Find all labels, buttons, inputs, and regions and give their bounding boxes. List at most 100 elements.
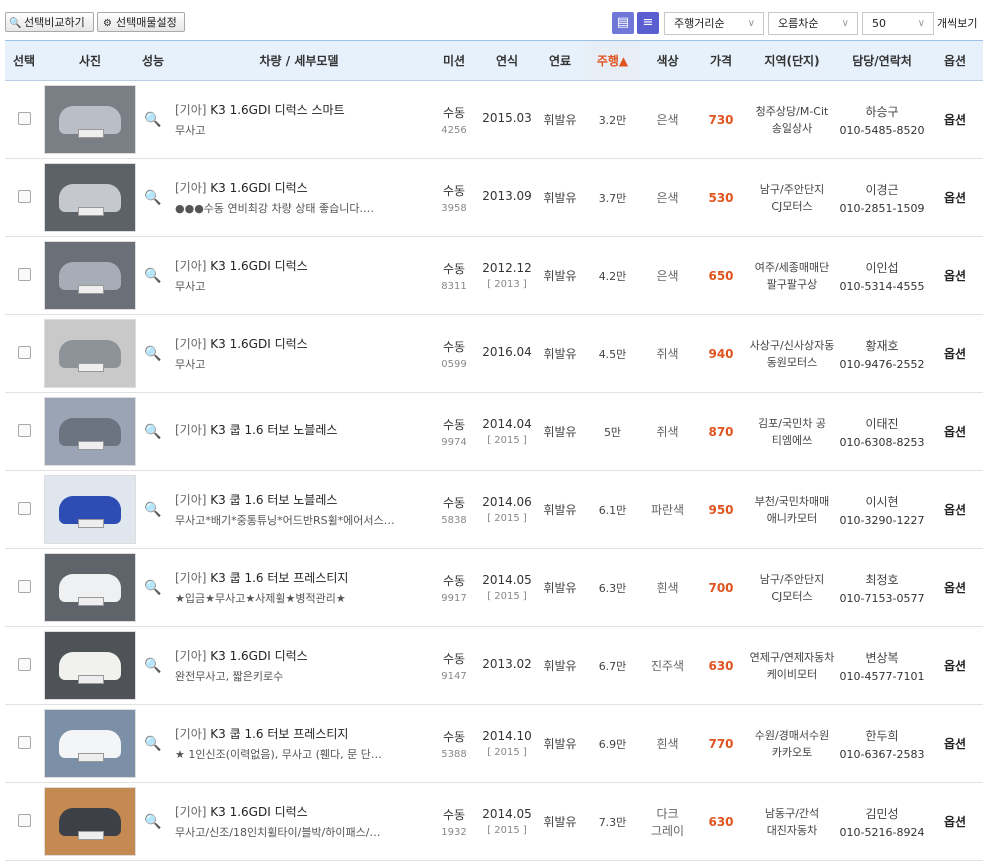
magnifier-icon[interactable]: 🔍 [144, 424, 161, 440]
car-photo[interactable] [44, 241, 136, 310]
car-photo[interactable] [44, 553, 136, 622]
mileage-cell: 5만 [585, 392, 640, 471]
header-region: 지역(단지) [747, 40, 837, 81]
model-description: ★ 1인신조(이력없음), 무사고 (휀다, 문 단… [175, 748, 382, 761]
magnifier-icon[interactable]: 🔍 [144, 112, 161, 128]
options-cell: 옵션 [927, 548, 983, 627]
options-link[interactable]: 옵션 [944, 113, 966, 127]
color-cell: 은색 [640, 158, 695, 237]
row-checkbox[interactable] [17, 579, 31, 593]
car-photo[interactable] [44, 319, 136, 388]
performance-cell: 🔍 [137, 470, 169, 549]
row-checkbox[interactable] [17, 501, 31, 515]
options-link[interactable]: 옵션 [944, 269, 966, 283]
row-checkbox[interactable] [17, 735, 31, 749]
model-name[interactable]: [기아] K3 1.6GDI 디럭스 [175, 647, 429, 664]
options-link[interactable]: 옵션 [944, 737, 966, 751]
car-photo[interactable] [44, 709, 136, 778]
table-row[interactable]: 🔍 [기아] K3 쿱 1.6 터보 프레스티지 ★ 1인신조(이력없음), 무사고… [5, 704, 983, 783]
compare-button[interactable]: 🔍 선택비교하기 [5, 12, 94, 32]
performance-cell: 🔍 [137, 158, 169, 237]
year-cell: 2015.03 [479, 80, 535, 159]
transmission-cell: 수동 9917 [429, 548, 479, 627]
chevron-down-icon: ∨ [917, 18, 925, 29]
photo-cell [43, 236, 137, 315]
table-row[interactable]: 🔍 [기아] K3 1.6GDI 디럭스 무사고 수동 0599 2016.04 휘발유 4.… [5, 314, 983, 393]
car-photo[interactable] [44, 163, 136, 232]
table-row[interactable]: 🔍 [기아] K3 1.6GDI 디럭스 스마트 무사고 수동 4256 2015.03 휘… [5, 80, 983, 159]
model-name[interactable]: [기아] K3 쿱 1.6 터보 노블레스 [175, 491, 429, 508]
model-name[interactable]: [기아] K3 1.6GDI 디럭스 [175, 803, 429, 820]
contact-cell: 이시현 010-3290-1227 [837, 470, 927, 549]
year-cell: 2014.04[ 2015 ] [479, 392, 535, 471]
photo-view-button[interactable]: ▤ [612, 12, 634, 34]
model-name[interactable]: [기아] K3 쿱 1.6 터보 프레스티지 [175, 569, 429, 586]
magnifier-icon[interactable]: 🔍 [144, 268, 161, 284]
car-photo[interactable] [44, 631, 136, 700]
sort-field-select[interactable]: 주행거리순 ∨ [664, 12, 764, 35]
options-link[interactable]: 옵션 [944, 659, 966, 673]
performance-cell: 🔍 [137, 236, 169, 315]
model-cell: [기아] K3 1.6GDI 디럭스 스마트 무사고 [169, 80, 429, 159]
price-cell: 630 [695, 782, 747, 861]
options-link[interactable]: 옵션 [944, 425, 966, 439]
car-photo[interactable] [44, 85, 136, 154]
header-options: 옵션 [927, 40, 983, 81]
car-photo[interactable] [44, 787, 136, 856]
row-checkbox[interactable] [17, 345, 31, 359]
model-name[interactable]: [기아] K3 1.6GDI 디럭스 스마트 [175, 101, 429, 118]
sort-order-select[interactable]: 오름차순 ∨ [768, 12, 858, 35]
color-cell: 쥐색 [640, 392, 695, 471]
performance-cell: 🔍 [137, 548, 169, 627]
magnifier-icon[interactable]: 🔍 [144, 736, 161, 752]
table-row[interactable]: 🔍 [기아] K3 1.6GDI 디럭스 ●●●수동 연비최강 차량 상태 좋습니다… [5, 158, 983, 237]
fuel-cell: 휘발유 [535, 80, 585, 159]
magnifier-icon[interactable]: 🔍 [144, 814, 161, 830]
magnifier-icon[interactable]: 🔍 [144, 346, 161, 362]
options-link[interactable]: 옵션 [944, 191, 966, 205]
contact-cell: 황재호 010-9476-2552 [837, 314, 927, 393]
magnifier-icon[interactable]: 🔍 [144, 502, 161, 518]
options-link[interactable]: 옵션 [944, 503, 966, 517]
year-cell: 2014.05[ 2015 ] [479, 782, 535, 861]
model-name[interactable]: [기아] K3 1.6GDI 디럭스 [175, 179, 429, 196]
car-photo[interactable] [44, 475, 136, 544]
performance-cell: 🔍 [137, 80, 169, 159]
header-mileage[interactable]: 주행▲ [585, 40, 640, 81]
options-link[interactable]: 옵션 [944, 347, 966, 361]
contact-cell: 김민성 010-5216-8924 [837, 782, 927, 861]
row-checkbox[interactable] [17, 813, 31, 827]
car-photo[interactable] [44, 397, 136, 466]
price-cell: 730 [695, 80, 747, 159]
magnifier-icon[interactable]: 🔍 [144, 658, 161, 674]
options-cell: 옵션 [927, 236, 983, 315]
row-checkbox[interactable] [17, 657, 31, 671]
list-view-button[interactable]: ≡ [637, 12, 659, 34]
model-name[interactable]: [기아] K3 쿱 1.6 터보 노블레스 [175, 421, 429, 438]
options-link[interactable]: 옵션 [944, 815, 966, 829]
table-row[interactable]: 🔍 [기아] K3 쿱 1.6 터보 노블레스 무사고*배기*중통튜닝*어드반RS휠… [5, 470, 983, 549]
row-checkbox[interactable] [17, 189, 31, 203]
mileage-cell: 6.7만 [585, 626, 640, 705]
model-name[interactable]: [기아] K3 쿱 1.6 터보 프레스티지 [175, 725, 429, 742]
color-cell: 흰색 [640, 704, 695, 783]
magnifier-icon[interactable]: 🔍 [144, 580, 161, 596]
row-checkbox[interactable] [17, 423, 31, 437]
model-name[interactable]: [기아] K3 1.6GDI 디럭스 [175, 335, 429, 352]
row-checkbox[interactable] [17, 267, 31, 281]
table-row[interactable]: 🔍 [기아] K3 쿱 1.6 터보 프레스티지 ★입금★무사고★사제휠★병적관리★… [5, 548, 983, 627]
page-size-select[interactable]: 50 ∨ [862, 12, 934, 35]
options-cell: 옵션 [927, 782, 983, 861]
listing-settings-button[interactable]: ⚙ 선택매물설정 [97, 12, 185, 32]
table-row[interactable]: 🔍 [기아] K3 1.6GDI 디럭스 완전무사고, 짧은키로수 수동 9147 201… [5, 626, 983, 705]
magnifier-icon[interactable]: 🔍 [144, 190, 161, 206]
table-row[interactable]: 🔍 [기아] K3 1.6GDI 디럭스 무사고/신조/18인치휠타이/블박/하이패… [5, 782, 983, 861]
options-link[interactable]: 옵션 [944, 581, 966, 595]
mileage-cell: 3.2만 [585, 80, 640, 159]
photo-cell [43, 782, 137, 861]
table-row[interactable]: 🔍 [기아] K3 쿱 1.6 터보 노블레스 수동 9974 2014.04[ 201… [5, 392, 983, 471]
year-cell: 2014.05[ 2015 ] [479, 548, 535, 627]
table-row[interactable]: 🔍 [기아] K3 1.6GDI 디럭스 무사고 수동 8311 2012.12[ 201… [5, 236, 983, 315]
row-checkbox[interactable] [17, 111, 31, 125]
model-name[interactable]: [기아] K3 1.6GDI 디럭스 [175, 257, 429, 274]
